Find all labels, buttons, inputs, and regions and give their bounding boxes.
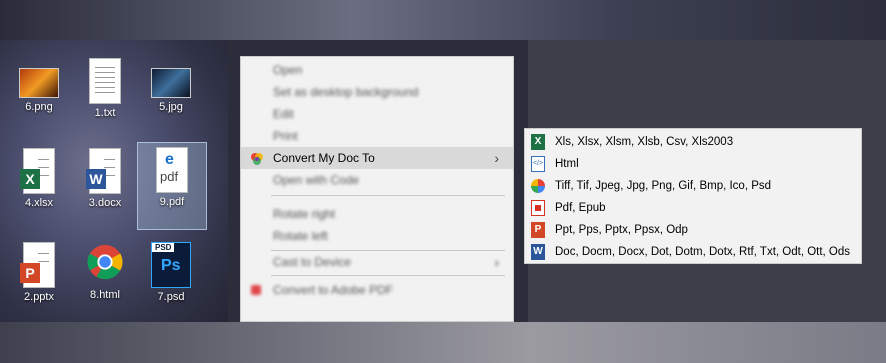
file-label: 2.pptx [24, 291, 54, 303]
menu-item-edit[interactable]: Edit [241, 103, 513, 125]
menu-item-cast-to-device[interactable]: Cast to Device › [241, 251, 513, 273]
pdf-icon [531, 200, 545, 216]
convert-submenu: X Xls, Xlsx, Xlsm, Xlsb, Csv, Xls2003 </… [524, 128, 862, 264]
chrome-icon [86, 242, 124, 286]
file-label: 9.pdf [159, 196, 185, 208]
desktop-file-3-docx[interactable]: W 3.docx [70, 144, 140, 232]
desktop-file-2-pptx[interactable]: P 2.pptx [4, 238, 74, 322]
submenu-arrow-icon: › [494, 254, 499, 270]
word-file-icon: W [86, 148, 121, 194]
file-label: 7.psd [157, 291, 185, 303]
submenu-item-pdf[interactable]: Pdf, Epub [525, 197, 861, 219]
menu-item-convert-to-adobe-pdf[interactable]: Convert to Adobe PDF [241, 279, 513, 301]
desktop-file-1-txt[interactable]: 1.txt [70, 54, 140, 142]
excel-file-icon: X [20, 148, 55, 194]
context-menu: Open Set as desktop background Edit Prin… [240, 56, 514, 322]
desktop-file-6-png[interactable]: 6.png [4, 58, 74, 146]
menu-item-open-with-code[interactable]: Open with Code [241, 169, 513, 191]
desktop-file-5-jpg[interactable]: 5.jpg [136, 58, 206, 146]
top-background [0, 0, 886, 40]
file-label: 5.jpg [159, 101, 183, 113]
menu-item-print[interactable]: Print [241, 125, 513, 147]
menu-item-rotate-left[interactable]: Rotate left [241, 225, 513, 247]
psd-tag: PSD [152, 243, 175, 252]
powerpoint-file-icon: P [20, 242, 55, 288]
photos-pinwheel-icon [531, 178, 545, 194]
submenu-item-word[interactable]: W Doc, Docm, Docx, Dot, Dotm, Dotx, Rtf,… [525, 241, 861, 263]
menu-item-rotate-right[interactable]: Rotate right [241, 203, 513, 225]
desktop-file-9-pdf[interactable]: e pdf 9.pdf [137, 142, 207, 230]
adobe-pdf-icon [251, 285, 261, 295]
menu-item-convert-my-doc-to[interactable]: Convert My Doc To › [241, 147, 513, 169]
submenu-item-excel[interactable]: X Xls, Xlsx, Xlsm, Xlsb, Csv, Xls2003 [525, 131, 861, 153]
desktop-file-8-html[interactable]: 8.html [70, 238, 140, 322]
submenu-arrow-icon: › [494, 150, 499, 166]
menu-item-open[interactable]: Open [241, 59, 513, 81]
submenu-item-powerpoint[interactable]: P Ppt, Pps, Pptx, Ppsx, Odp [525, 219, 861, 241]
file-label: 6.png [25, 101, 53, 113]
png-image-icon [19, 68, 59, 98]
pdf-icon-text: pdf [160, 169, 179, 184]
photoshop-file-icon: PSD Ps [151, 242, 191, 288]
desktop-panel: 6.png 1.txt 5.jpg X 4.xlsx W 3.docx e pd… [0, 40, 228, 322]
edge-pdf-icon: e pdf [156, 147, 188, 193]
file-label: 8.html [90, 289, 120, 301]
submenu-item-html[interactable]: </> Html [525, 153, 861, 175]
desktop-file-4-xlsx[interactable]: X 4.xlsx [4, 144, 74, 232]
excel-icon: X [531, 134, 545, 150]
submenu-item-image[interactable]: Tiff, Tif, Jpeg, Jpg, Png, Gif, Bmp, Ico… [525, 175, 861, 197]
html-icon: </> [531, 156, 545, 172]
word-icon: W [531, 244, 545, 260]
bottom-background [0, 322, 886, 363]
menu-separator [271, 195, 505, 196]
jpg-image-icon [151, 68, 191, 98]
menu-separator [271, 275, 505, 276]
desktop-file-7-psd[interactable]: PSD Ps 7.psd [136, 238, 206, 322]
menu-item-set-background[interactable]: Set as desktop background [241, 81, 513, 103]
file-label: 4.xlsx [24, 197, 54, 209]
powerpoint-icon: P [531, 222, 545, 238]
file-label: 1.txt [94, 107, 116, 119]
ps-text: Ps [161, 257, 181, 274]
file-label: 3.docx [88, 197, 122, 209]
text-file-icon [89, 58, 121, 104]
